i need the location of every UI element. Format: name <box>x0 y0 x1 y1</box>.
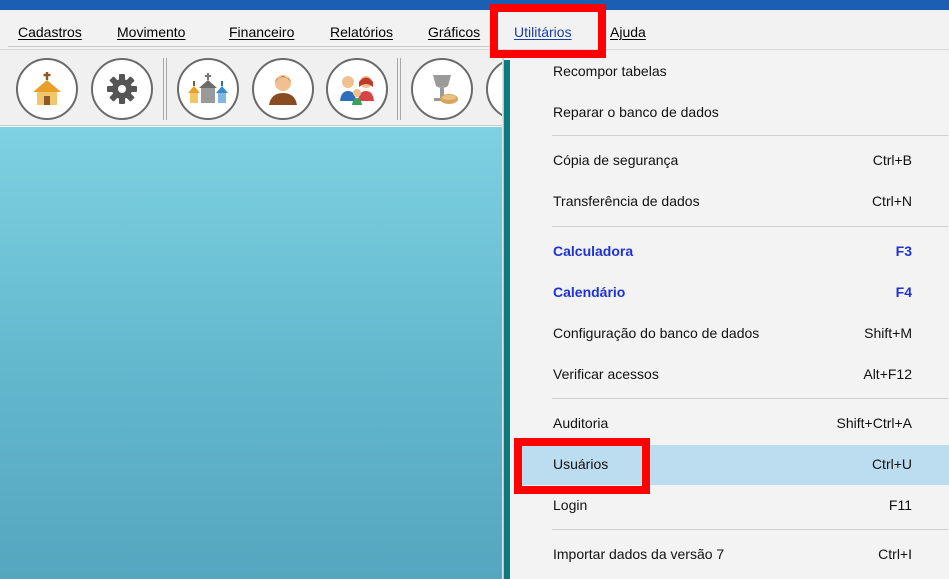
menu-item-recompor-tabelas[interactable]: Recompor tabelas <box>514 52 949 92</box>
menu-item-reparar-banco[interactable]: Reparar o banco de dados <box>514 93 949 133</box>
menu-item-label: Recompor tabelas <box>553 63 667 79</box>
menu-financeiro[interactable]: Financeiro <box>229 24 294 40</box>
menu-item-shortcut: F3 <box>895 243 912 259</box>
churches-icon <box>188 73 228 103</box>
toolbar-separator <box>163 58 167 120</box>
menu-item-label: Transferência de dados <box>553 193 700 209</box>
menu-item-label: Calendário <box>553 284 626 300</box>
menu-item-calendario[interactable]: Calendário F4 <box>514 273 949 313</box>
menu-item-transferencia-dados[interactable]: Transferência de dados Ctrl+N <box>514 182 949 222</box>
menu-item-label: Verificar acessos <box>553 366 659 382</box>
church-icon <box>33 72 61 105</box>
menu-relatorios[interactable]: Relatórios <box>330 24 393 40</box>
menu-item-shortcut: Ctrl+U <box>871 456 912 472</box>
menu-item-label: Calculadora <box>553 243 634 259</box>
menu-item-shortcut: Alt+F12 <box>863 366 912 382</box>
toolbar-separator <box>397 58 401 120</box>
menu-item-calculadora[interactable]: Calculadora F3 <box>514 232 949 272</box>
menu-separator <box>552 135 948 136</box>
churches-button[interactable] <box>177 58 239 120</box>
menu-item-label: Reparar o banco de dados <box>553 104 719 120</box>
menu-item-shortcut: Ctrl+B <box>872 152 912 168</box>
menu-cadastros[interactable]: Cadastros <box>18 24 82 40</box>
member-button[interactable] <box>252 58 314 120</box>
menu-bar: Cadastros Movimento Financeiro Relatório… <box>0 10 949 50</box>
menu-item-importar-dados[interactable]: Importar dados da versão 7 Ctrl+I <box>514 535 949 575</box>
highlight-usuarios-item <box>514 438 650 494</box>
menu-item-label: Cópia de segurança <box>553 152 679 168</box>
menu-separator <box>552 529 948 530</box>
menu-ajuda[interactable]: Ajuda <box>610 24 646 40</box>
family-button[interactable] <box>326 58 388 120</box>
menu-item-copia-seguranca[interactable]: Cópia de segurança Ctrl+B <box>514 141 949 181</box>
menubar-divider <box>8 46 494 47</box>
menu-item-shortcut: Ctrl+N <box>871 193 912 209</box>
menu-item-shortcut: Shift+Ctrl+A <box>836 415 912 431</box>
highlight-utilitarios-menu <box>490 4 606 58</box>
menu-separator <box>552 398 948 399</box>
member-person-icon <box>269 75 297 105</box>
communion-button[interactable] <box>411 58 473 120</box>
menu-side-stripe <box>504 60 510 579</box>
communion-icon <box>433 75 458 104</box>
settings-gear-icon <box>107 74 137 104</box>
menu-item-shortcut: F4 <box>895 284 912 300</box>
menu-item-label: Auditoria <box>553 415 609 431</box>
family-icon <box>340 76 374 105</box>
menu-graficos[interactable]: Gráficos <box>428 24 480 40</box>
church-button[interactable] <box>16 58 78 120</box>
menu-item-shortcut: Ctrl+I <box>878 546 912 562</box>
menu-item-configuracao-banco[interactable]: Configuração do banco de dados Shift+M <box>514 314 949 354</box>
settings-button[interactable] <box>91 58 153 120</box>
menu-item-shortcut: Shift+M <box>864 325 912 341</box>
menu-item-label: Importar dados da versão 7 <box>553 546 725 562</box>
menu-item-verificar-acessos[interactable]: Verificar acessos Alt+F12 <box>514 355 949 395</box>
menu-item-shortcut: F11 <box>888 497 912 513</box>
menu-item-label: Configuração do banco de dados <box>553 325 760 341</box>
menu-movimento[interactable]: Movimento <box>117 24 185 40</box>
window-title-bar <box>0 0 949 10</box>
menu-item-label: Login <box>553 497 588 513</box>
menu-separator <box>552 226 948 227</box>
